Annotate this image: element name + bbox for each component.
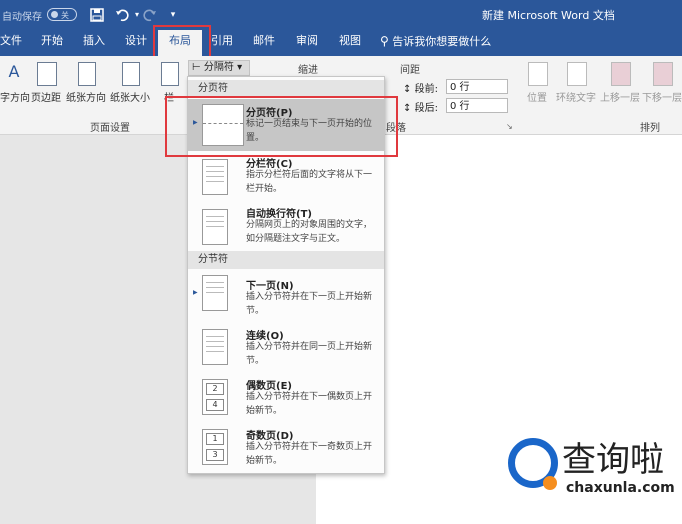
spacing-after-label: ↕ 段后: xyxy=(403,103,438,114)
customize-qat-icon[interactable]: ▾ xyxy=(163,5,183,25)
orientation-icon xyxy=(78,62,96,86)
autosave-state: 关 xyxy=(61,11,69,20)
redo-icon[interactable] xyxy=(140,5,160,25)
margins-icon xyxy=(37,62,57,86)
margins-button[interactable]: 页边距 xyxy=(30,60,62,110)
highlight-layout-tab xyxy=(153,25,211,59)
tab-file[interactable]: 文件 xyxy=(0,30,22,56)
paragraph-dialog-launcher-icon[interactable]: ↘ xyxy=(506,122,513,131)
paper-size-label: 纸张大小 xyxy=(110,93,150,104)
margins-label: 页边距 xyxy=(31,93,61,104)
position-icon xyxy=(528,62,548,86)
tab-design[interactable]: 设计 xyxy=(122,30,150,56)
breaks-label: 分隔符 xyxy=(203,62,234,73)
section-breaks-header: 分节符 xyxy=(188,251,384,269)
menu-item-continuous[interactable]: 连续(O) 插入分节符并在同一页上开始新节。 xyxy=(188,323,384,373)
menu-item-odd-page[interactable]: 1 3 奇数页(D) 插入分节符并在下一奇数页上开始新节。 xyxy=(188,423,384,473)
spacing-after-input[interactable]: 0 行 xyxy=(446,98,508,113)
menu-item-next-page[interactable]: ▶ 下一页(N) 插入分节符并在下一页上开始新节。 xyxy=(188,273,384,323)
highlight-page-break xyxy=(165,96,398,157)
menu-item-even-page[interactable]: 2 4 偶数页(E) 插入分节符并在下一偶数页上开始新节。 xyxy=(188,373,384,423)
orientation-label: 纸张方向 xyxy=(66,93,106,104)
bring-forward-icon xyxy=(611,62,631,86)
tab-view[interactable]: 视图 xyxy=(336,30,364,56)
arrange-group-label: 排列 xyxy=(640,123,660,134)
send-backward-icon xyxy=(653,62,673,86)
menu-item-text-wrapping-break[interactable]: 自动换行符(T) 分隔网页上的对象周围的文字，如分隔题注文字与正文。 xyxy=(188,203,384,255)
continuous-desc: 插入分节符并在同一页上开始新节。 xyxy=(246,342,373,366)
menu-marker-icon: ▶ xyxy=(193,289,198,296)
watermark-text: 查询啦 xyxy=(562,440,664,480)
bring-forward-button[interactable]: 上移一层 xyxy=(598,60,642,110)
wrap-text-icon xyxy=(567,62,587,86)
tab-insert[interactable]: 插入 xyxy=(80,30,108,56)
columns-icon xyxy=(161,62,179,86)
paper-size-button[interactable]: 纸张大小 xyxy=(108,60,152,110)
tab-mailings[interactable]: 邮件 xyxy=(250,30,278,56)
text-direction-button[interactable]: A 字方向 xyxy=(0,60,30,110)
odd-page-desc: 插入分节符并在下一奇数页上开始新节。 xyxy=(246,442,373,466)
send-backward-label: 下移一层 xyxy=(642,93,682,104)
watermark-url: chaxunla.com xyxy=(566,480,675,496)
wrap-text-label: 环绕文字 xyxy=(556,93,596,104)
tab-home[interactable]: 开始 xyxy=(38,30,66,56)
watermark-dot-icon xyxy=(543,476,557,490)
search-placeholder: 告诉我你想要做什么 xyxy=(392,35,492,48)
wrap-text-button[interactable]: 环绕文字 xyxy=(554,60,598,110)
tell-me-search[interactable]: ⚲ 告诉我你想要做什么 xyxy=(380,30,491,52)
spacing-before-label: ↕ 段前: xyxy=(403,84,438,95)
text-direction-icon: A xyxy=(8,62,20,81)
search-icon: ⚲ xyxy=(380,34,389,48)
send-backward-button[interactable]: 下移一层 xyxy=(642,60,682,110)
chevron-down-icon: ▾ xyxy=(237,62,243,73)
column-break-icon xyxy=(202,159,228,195)
menu-item-column-break[interactable]: 分栏符(C) 指示分栏符后面的文字将从下一栏开始。 xyxy=(188,153,384,205)
bring-forward-label: 上移一层 xyxy=(600,93,640,104)
spacing-after-icon: ↕ xyxy=(403,103,412,114)
tab-review[interactable]: 审阅 xyxy=(293,30,321,56)
page-setup-group-label: 页面设置 xyxy=(90,123,130,134)
spacing-label: 间距 xyxy=(400,65,420,76)
orientation-button[interactable]: 纸张方向 xyxy=(64,60,108,110)
tab-references[interactable]: 引用 xyxy=(208,30,236,56)
text-wrapping-break-icon xyxy=(202,209,228,245)
autosave-toggle[interactable]: 关 xyxy=(47,8,77,21)
indent-label: 缩进 xyxy=(298,65,318,76)
spacing-before-input[interactable]: 0 行 xyxy=(446,79,508,94)
position-label: 位置 xyxy=(527,93,547,104)
spacing-before-icon: ↕ xyxy=(403,84,412,95)
odd-page-icon: 1 3 xyxy=(202,429,228,465)
text-direction-label: 字方向 xyxy=(0,93,30,104)
next-page-desc: 插入分节符并在下一页上开始新节。 xyxy=(246,292,373,316)
even-page-desc: 插入分节符并在下一偶数页上开始新节。 xyxy=(246,392,373,416)
breaks-button[interactable]: ⊢ 分隔符 ▾ xyxy=(188,60,250,76)
document-title: 新建 Microsoft Word 文档 xyxy=(482,9,615,22)
paper-size-icon xyxy=(122,62,140,86)
save-icon[interactable] xyxy=(87,5,107,25)
next-page-icon xyxy=(202,275,228,311)
continuous-icon xyxy=(202,329,228,365)
breaks-icon: ⊢ xyxy=(192,62,201,73)
autosave-label: 自动保存 xyxy=(2,12,42,23)
text-wrapping-break-desc: 分隔网页上的对象周围的文字，如分隔题注文字与正文。 xyxy=(246,220,373,244)
position-button[interactable]: 位置 xyxy=(520,60,554,110)
column-break-desc: 指示分栏符后面的文字将从下一栏开始。 xyxy=(246,170,373,194)
even-page-icon: 2 4 xyxy=(202,379,228,415)
